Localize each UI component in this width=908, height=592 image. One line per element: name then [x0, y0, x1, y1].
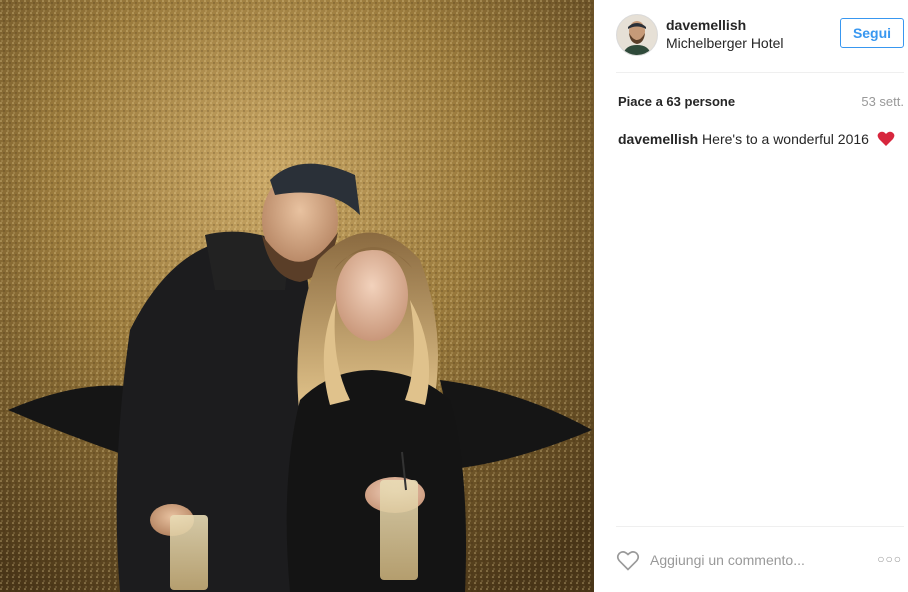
actions-divider	[616, 526, 904, 527]
more-options-icon[interactable]: ○○○	[877, 552, 902, 566]
comment-input[interactable]	[650, 549, 850, 571]
header-divider	[616, 72, 904, 73]
post-header: davemellish Michelberger Hotel Segui	[616, 14, 906, 58]
caption: davemellish Here's to a wonderful 2016	[618, 131, 895, 150]
heart-outline-icon[interactable]	[616, 550, 640, 576]
location-link[interactable]: Michelberger Hotel	[666, 35, 784, 51]
avatar[interactable]	[616, 14, 658, 56]
caption-username[interactable]: davemellish	[618, 131, 698, 147]
photo-image	[0, 0, 594, 592]
post-time[interactable]: 53 sett.	[861, 94, 904, 109]
likes-count[interactable]: Piace a 63 persone	[618, 94, 735, 109]
red-heart-icon	[877, 131, 895, 150]
post-photo[interactable]	[0, 0, 594, 592]
post-side-panel: davemellish Michelberger Hotel Segui Pia…	[594, 0, 908, 592]
follow-button[interactable]: Segui	[840, 18, 904, 48]
caption-text: Here's to a wonderful 2016	[702, 131, 869, 147]
post-actions: ○○○	[616, 546, 906, 576]
username[interactable]: davemellish	[666, 17, 746, 33]
